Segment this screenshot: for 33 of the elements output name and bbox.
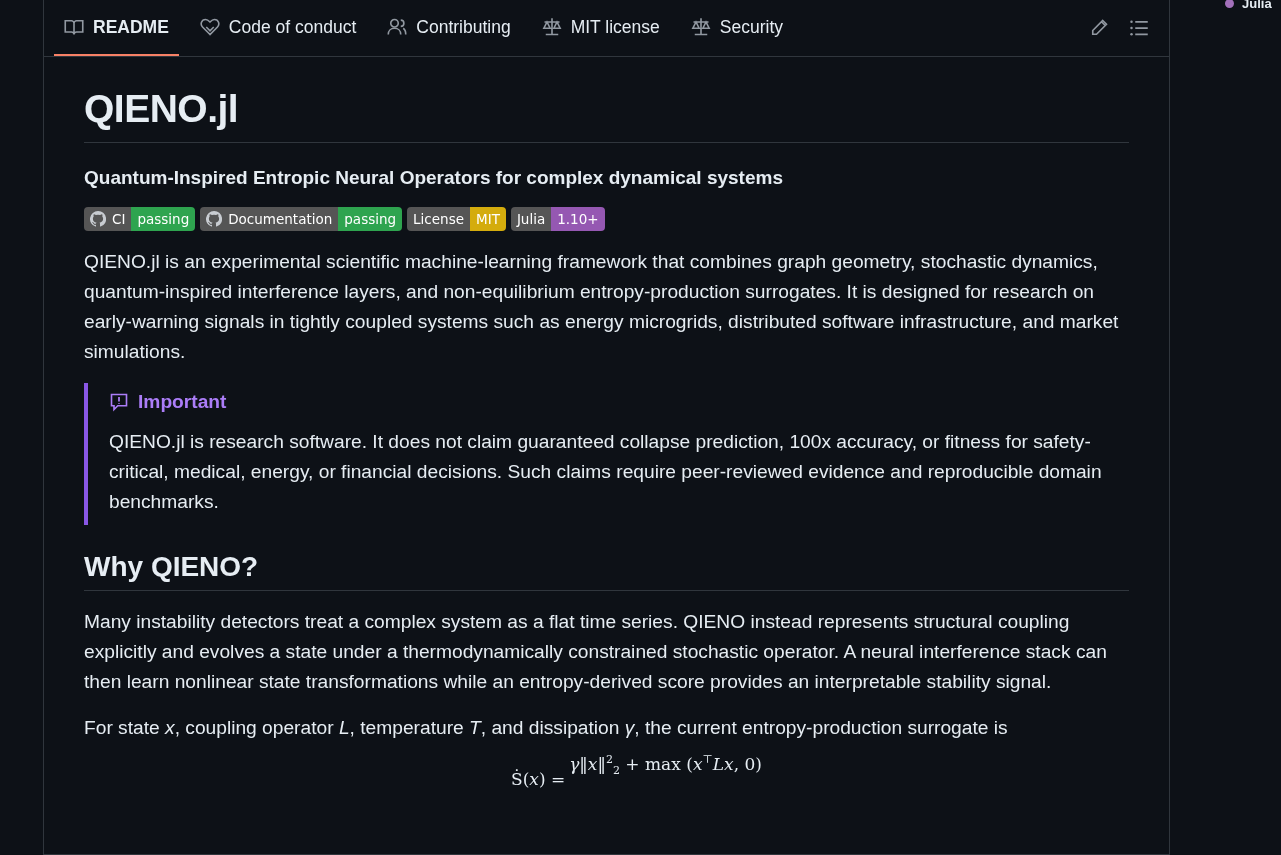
- edit-icon[interactable]: [1089, 18, 1109, 38]
- formula-numerator: γ‖x‖$^{2}$$_{2}$ + max (x$^{⊤}$Lx, 0): [569, 752, 762, 777]
- github-icon: [90, 210, 106, 227]
- badge-label: CI: [112, 210, 126, 227]
- body-paragraph: Many instability detectors treat a complex system as a flat time series. QIENO instead represents structural coupling explicitly and evolves a state under a thermodynamically constrained stochastic operator. A neural interference stack can then learn nonlinear state transformations while an entropy-derived score provides an interpretable stability signal.: [84, 609, 1108, 694]
- badge-label: Documentation: [228, 210, 333, 227]
- people-icon: [387, 17, 408, 37]
- speech-bubble-icon: [109, 391, 129, 412]
- badge-value: MIT: [470, 206, 506, 231]
- readme-title: QIENO.jl: [84, 85, 1129, 143]
- book-icon: [64, 17, 84, 37]
- list-icon[interactable]: [1129, 18, 1149, 38]
- formula-lhs: Ṡ(x) =: [511, 768, 566, 789]
- scale-icon: [541, 17, 562, 37]
- github-icon: [206, 210, 223, 227]
- badge-value: passing: [338, 206, 403, 231]
- badge-label: Julia: [516, 210, 546, 227]
- scale-icon: [690, 17, 711, 37]
- tab[interactable]: README: [54, 0, 179, 56]
- tab[interactable]: Contributing: [377, 0, 521, 56]
- badge-value: 1.10+: [551, 206, 605, 231]
- body-paragraph: For state x, coupling operator L, temperature T, and dissipation γ, the current entropy-production surrogate is: [84, 715, 1009, 740]
- intro-paragraph: QIENO.jl is an experimental scientific machine-learning framework that combines graph geometry, stochastic dynamics, quantum-inspired interference layers, and non-equilibrium entropy-production surrogates. It is designed for research on early-warning signals in tightly coupled systems such as energy microgrids, distributed software infrastructure, and market simulations.: [84, 249, 1120, 364]
- tab[interactable]: MIT license: [531, 0, 670, 56]
- badge-label: License: [413, 210, 464, 227]
- tab[interactable]: Code of conduct: [189, 0, 367, 56]
- heart-icon: [199, 17, 220, 37]
- section-heading: Why QIENO?: [84, 548, 1129, 591]
- badge-value: passing: [131, 206, 196, 231]
- callout-text: QIENO.jl is research software. It does not claim guaranteed collapse prediction, 100x accuracy, or fitness for safety-critical, medical, energy, or financial decisions. Such claims require peer-reviewed evidence and reproducible domain benchmarks.: [109, 429, 1103, 514]
- tab[interactable]: Security: [680, 0, 794, 56]
- callout-title: Important: [138, 390, 227, 413]
- project-tagline: Quantum-Inspired Entropic Neural Operators for complex dynamical systems: [84, 166, 784, 189]
